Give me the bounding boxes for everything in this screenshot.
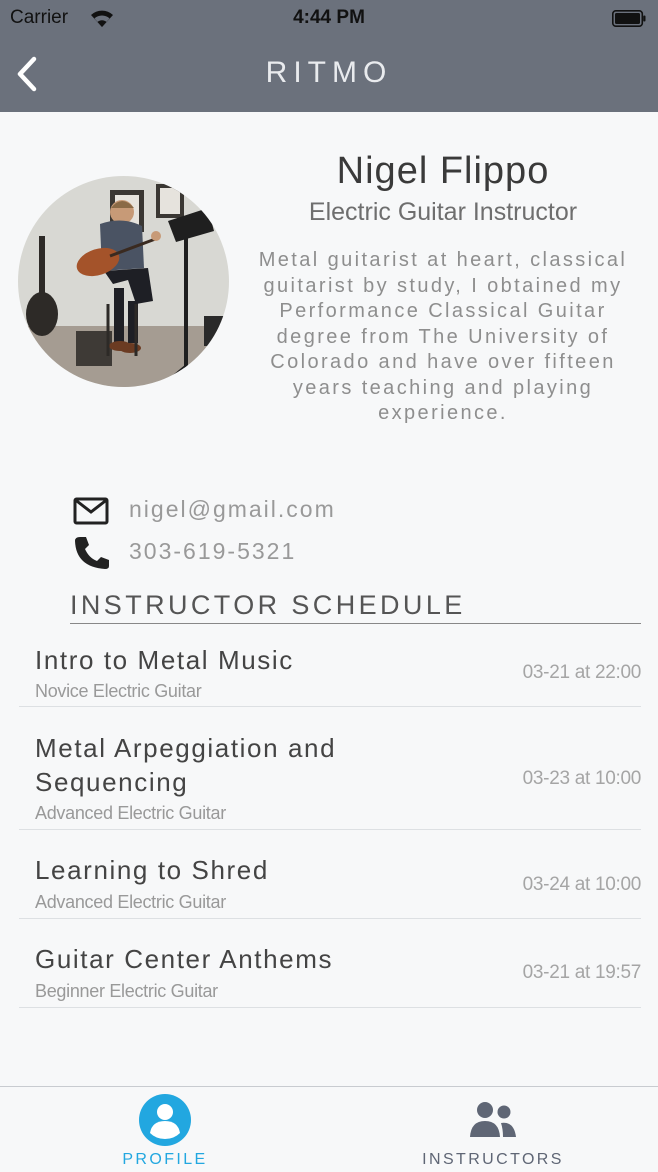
navigation-bar: Carrier 4:44 PM RITMO <box>0 0 658 112</box>
email-row[interactable]: nigel@gmail.com <box>72 492 392 526</box>
course-title: Learning to Shred <box>35 855 269 885</box>
schedule-item[interactable]: Guitar Center Anthems Beginner Electric … <box>19 920 641 1008</box>
phone-icon <box>75 537 109 569</box>
course-time: 03-21 at 22:00 <box>522 662 642 683</box>
schedule-item[interactable]: Metal Arpeggiation and Sequencing Advanc… <box>19 708 641 830</box>
email-text: nigel@gmail.com <box>129 496 336 522</box>
app-title: RITMO <box>265 56 393 89</box>
tab-instructors[interactable]: INSTRUCTORS <box>393 1087 593 1172</box>
schedule-heading: INSTRUCTOR SCHEDULE <box>70 590 466 620</box>
status-bar: Carrier 4:44 PM <box>0 0 658 40</box>
instructor-bio: Metal guitarist at heart, classical guit… <box>258 249 628 424</box>
course-time: 03-24 at 10:00 <box>522 874 642 895</box>
course-level: Novice Electric Guitar <box>35 681 202 701</box>
course-level: Advanced Electric Guitar <box>35 892 226 912</box>
mail-icon <box>73 497 109 525</box>
course-time: 03-21 at 19:57 <box>522 962 642 983</box>
phone-text: 303-619-5321 <box>129 538 297 564</box>
group-icon <box>470 1102 516 1137</box>
avatar <box>18 176 229 387</box>
tab-label-instructors: INSTRUCTORS <box>422 1151 564 1168</box>
course-title: Intro to Metal Music <box>35 645 294 675</box>
schedule-item[interactable]: Intro to Metal Music Novice Electric Gui… <box>19 637 641 707</box>
phone-row[interactable]: 303-619-5321 <box>72 534 372 569</box>
profile-icon <box>139 1094 191 1146</box>
status-time: 4:44 PM <box>293 7 365 28</box>
course-title: Metal Arpeggiation and Sequencing <box>35 733 337 797</box>
course-level: Beginner Electric Guitar <box>35 981 218 1001</box>
course-time: 03-23 at 10:00 <box>522 768 642 789</box>
schedule-item[interactable]: Learning to Shred Advanced Electric Guit… <box>19 831 641 919</box>
course-level: Advanced Electric Guitar <box>35 803 226 823</box>
tab-profile[interactable]: PROFILE <box>65 1087 265 1172</box>
battery-icon <box>612 10 646 27</box>
tab-bar: PROFILE INSTRUCTORS <box>0 1086 658 1172</box>
tab-label-profile: PROFILE <box>122 1151 208 1168</box>
instructor-role: Electric Guitar Instructor <box>308 198 578 226</box>
instructor-name: Nigel Flippo <box>336 150 550 192</box>
course-title: Guitar Center Anthems <box>35 944 334 974</box>
schedule-divider <box>70 623 641 624</box>
